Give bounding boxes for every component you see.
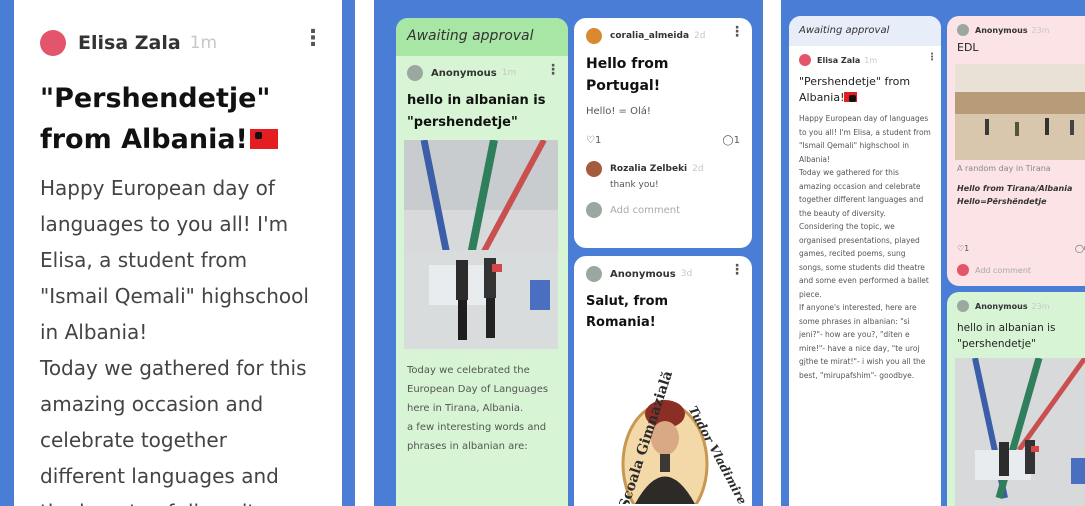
comment-count-button[interactable]: ◯0 — [1075, 244, 1085, 253]
post-card-portugal[interactable]: coralia_almeida 2d ⋮ Hello from Portugal… — [574, 18, 752, 248]
anonymous-avatar-icon — [957, 24, 969, 36]
awaiting-approval-banner: Awaiting approval — [789, 16, 941, 46]
heart-icon: ♡ — [586, 135, 595, 146]
classroom-photo[interactable] — [955, 358, 1085, 506]
comment-header: Rozalia Zelbeki 2d — [586, 161, 740, 177]
zoomed-post-panel: Elisa Zala 1m ⋮ "Pershendetje" from Alba… — [0, 0, 355, 506]
author-name[interactable]: Elisa Zala — [78, 32, 181, 54]
more-options-icon[interactable]: ⋮ — [302, 26, 324, 51]
comment-icon: ◯ — [722, 135, 734, 146]
add-comment-placeholder[interactable]: Add comment — [975, 266, 1031, 275]
post-header: Elisa Zala 1m — [799, 54, 931, 66]
like-button[interactable]: ♡1 — [586, 135, 601, 146]
post-title: hello in albanian is "pershendetje" — [407, 93, 546, 130]
post-title: hello in albanian is "pershendetje" — [957, 322, 1056, 350]
image-caption: A random day in Tirana — [957, 164, 1051, 173]
post-header: coralia_almeida 2d — [586, 28, 740, 44]
post-header: Elisa Zala 1m — [40, 30, 316, 56]
author-avatar[interactable] — [586, 28, 602, 44]
post-time: 23m — [1031, 25, 1050, 35]
post-header: Anonymous 23m — [957, 24, 1085, 36]
add-comment-row[interactable]: Add comment — [957, 264, 1031, 276]
commenter-name[interactable]: Rozalia Zelbeki — [610, 164, 687, 174]
tirana-photo-art — [955, 64, 1085, 160]
tirana-photo[interactable] — [955, 64, 1085, 160]
board-panel-middle: Awaiting approval Anonymous 1m ⋮ hello i… — [374, 0, 763, 506]
classroom-photo-art — [404, 140, 558, 349]
comment-count-button[interactable]: ◯1 — [722, 135, 740, 146]
comment-count: 1 — [733, 135, 740, 146]
body-line-1: Hello from Tirana/Albania — [957, 184, 1073, 193]
classroom-photo[interactable] — [404, 140, 558, 349]
anonymous-avatar-icon — [407, 65, 423, 81]
post-body: Happy European day of languages to you a… — [799, 114, 931, 380]
add-comment-placeholder[interactable]: Add comment — [610, 205, 680, 216]
post-body: Happy European day of languages to you a… — [40, 176, 309, 506]
post-title: "Pershendetje" from Albania! — [799, 74, 931, 106]
awaiting-approval-post[interactable]: Awaiting approval Anonymous 1m ⋮ hello i… — [396, 18, 568, 506]
post-title: Salut, from Romania! — [586, 294, 669, 330]
post-time: 1m — [864, 55, 878, 65]
author-name[interactable]: coralia_almeida — [610, 31, 689, 41]
add-comment-row[interactable]: Add comment — [586, 202, 740, 218]
like-button[interactable]: ♡1 — [957, 244, 969, 253]
school-logo-image[interactable]: Scoala Gimnazială Tudor Vladimirescu — [580, 354, 746, 504]
comment-text: thank you! — [610, 180, 659, 190]
reactions-row: ♡1 ◯0 — [957, 244, 1085, 253]
like-count: 1 — [594, 135, 602, 146]
comment-icon: ◯ — [1074, 244, 1084, 253]
like-count: 1 — [964, 244, 970, 253]
more-options-icon[interactable]: ⋮ — [546, 62, 560, 78]
albania-flag-icon — [844, 92, 858, 102]
more-options-icon[interactable]: ⋮ — [730, 262, 744, 278]
albania-flag-icon — [249, 129, 278, 149]
anonymous-avatar-icon — [957, 300, 969, 312]
avatar — [957, 264, 969, 276]
post-title: "Pershendetje" from Albania! — [40, 78, 316, 160]
post-time: 1m — [501, 68, 517, 78]
post-time: 1m — [189, 33, 218, 53]
post-card-hello-albanian[interactable]: Anonymous 23m hello in albanian is "pers… — [947, 292, 1085, 506]
post-title-text: "Pershendetje" from Albania! — [40, 83, 271, 155]
awaiting-approval-banner: Awaiting approval — [396, 18, 568, 56]
post-time: 23m — [1031, 301, 1050, 311]
post-header: Anonymous 23m — [957, 300, 1085, 312]
post-time: 3d — [680, 269, 693, 279]
post-time: 2d — [694, 31, 706, 41]
author-name: Anonymous — [431, 67, 497, 79]
post-title: Hello from Portugal! — [586, 56, 669, 94]
classroom-photo-art — [955, 358, 1085, 506]
post-body-text: Today we celebrated the European Day of … — [407, 365, 549, 452]
avatar[interactable] — [799, 54, 811, 66]
post-body: Hello from Tirana/Albania Hello=Përshënd… — [957, 182, 1072, 208]
board-panel-right: Awaiting approval Elisa Zala 1m ⋮ "Persh… — [781, 0, 1085, 506]
reactions-row: ♡1 ◯1 — [586, 135, 740, 155]
post-body: Today we celebrated the European Day of … — [407, 361, 565, 456]
post-body: Hello! = Olá! — [586, 106, 651, 117]
more-options-icon[interactable]: ⋮ — [730, 24, 744, 40]
comment-time: 2d — [692, 164, 704, 174]
author-name: Anonymous — [975, 25, 1028, 35]
post-card-romania[interactable]: Anonymous 3d ⋮ Salut, from Romania! Scoa… — [574, 256, 752, 506]
commenter-avatar[interactable] — [586, 161, 602, 177]
post-header: Anonymous 1m — [407, 65, 557, 81]
post-header: Anonymous 3d — [586, 266, 740, 282]
author-name[interactable]: Elisa Zala — [817, 56, 860, 65]
author-name: Anonymous — [610, 268, 676, 280]
post-card-edl[interactable]: Anonymous 23m EDL A random day in Tirana… — [947, 16, 1085, 286]
avatar[interactable] — [40, 30, 66, 56]
anonymous-avatar-icon — [586, 266, 602, 282]
anonymous-avatar-icon — [586, 202, 602, 218]
awaiting-approval-post[interactable]: Awaiting approval Elisa Zala 1m ⋮ "Persh… — [789, 16, 941, 506]
more-options-icon[interactable]: ⋮ — [927, 52, 937, 63]
post-card-elisa[interactable]: Elisa Zala 1m ⋮ "Pershendetje" from Alba… — [14, 0, 342, 506]
author-name: Anonymous — [975, 301, 1028, 311]
body-line-2: Hello=Përshëndetje — [957, 197, 1047, 206]
post-title: EDL — [957, 41, 979, 54]
